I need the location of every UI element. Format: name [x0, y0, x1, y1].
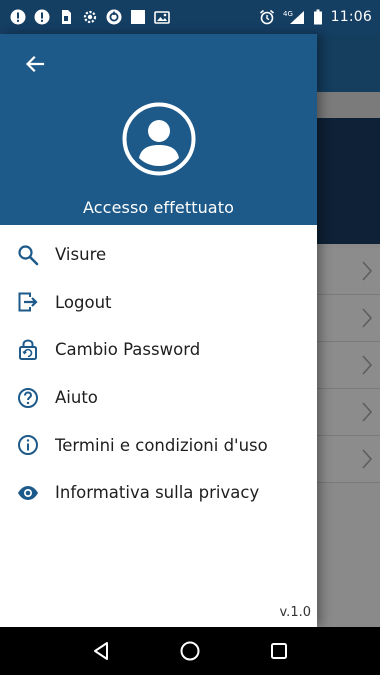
- menu-item-logout[interactable]: Logout: [0, 279, 317, 327]
- menu-item-label: Visure: [55, 245, 107, 265]
- system-icons: 4G 11:06: [259, 9, 372, 25]
- alert-icon: [34, 9, 50, 25]
- nav-home-button[interactable]: [176, 637, 204, 665]
- status-bar: 4G 11:06: [0, 0, 380, 34]
- arrow-left-icon: [25, 54, 45, 74]
- drawer-header: Accesso effettuato: [0, 34, 317, 225]
- drawer-menu: Visure Logout Cambio Password Aiuto Term…: [0, 225, 317, 517]
- app-version: v.1.0: [279, 605, 312, 620]
- system-navigation-bar: [0, 627, 380, 675]
- info-icon: [16, 433, 40, 457]
- menu-item-label: Cambio Password: [55, 340, 201, 360]
- eye-icon: [16, 481, 40, 505]
- nav-recents-button[interactable]: [265, 637, 293, 665]
- photo-icon: [154, 9, 170, 25]
- menu-item-visure[interactable]: Visure: [0, 231, 317, 279]
- svg-text:4G: 4G: [283, 10, 293, 18]
- logout-icon: [16, 290, 40, 314]
- nav-back-button[interactable]: [87, 637, 115, 665]
- menu-item-label: Termini e condizioni d'uso: [55, 435, 268, 455]
- alert-icon: [10, 9, 26, 25]
- menu-item-aiuto[interactable]: Aiuto: [0, 374, 317, 422]
- chevron-right-icon: [360, 401, 374, 423]
- login-status: Accesso effettuato: [83, 198, 234, 217]
- menu-item-label: Logout: [55, 292, 112, 312]
- home-circle-icon: [179, 640, 201, 662]
- help-icon: [16, 386, 40, 410]
- chevron-right-icon: [360, 448, 374, 470]
- sim-icon: [58, 9, 74, 25]
- settings-icon: [82, 9, 98, 25]
- menu-item-privacy[interactable]: Informativa sulla privacy: [0, 469, 317, 517]
- menu-item-label: Informativa sulla privacy: [55, 483, 260, 503]
- back-button[interactable]: [20, 50, 50, 78]
- account-circle-icon: [122, 102, 196, 176]
- chevron-right-icon: [360, 354, 374, 376]
- navigation-drawer: Accesso effettuato Visure Logout Cambio …: [0, 34, 317, 627]
- clock: 11:06: [330, 9, 372, 25]
- alarm-icon: [259, 9, 275, 25]
- chevron-right-icon: [360, 260, 374, 282]
- menu-item-label: Aiuto: [55, 388, 98, 408]
- recents-square-icon: [268, 640, 290, 662]
- lock-icon: [16, 338, 40, 362]
- menu-item-termini[interactable]: Termini e condizioni d'uso: [0, 421, 317, 469]
- menu-item-cambio-password[interactable]: Cambio Password: [0, 326, 317, 374]
- sync-icon: [106, 9, 122, 25]
- search-icon: [16, 243, 40, 267]
- notification-icons: [10, 9, 170, 25]
- chevron-right-icon: [360, 307, 374, 329]
- app-icon: [130, 9, 146, 25]
- back-triangle-icon: [90, 640, 112, 662]
- signal-icon: 4G: [283, 9, 305, 25]
- battery-icon: [313, 9, 323, 25]
